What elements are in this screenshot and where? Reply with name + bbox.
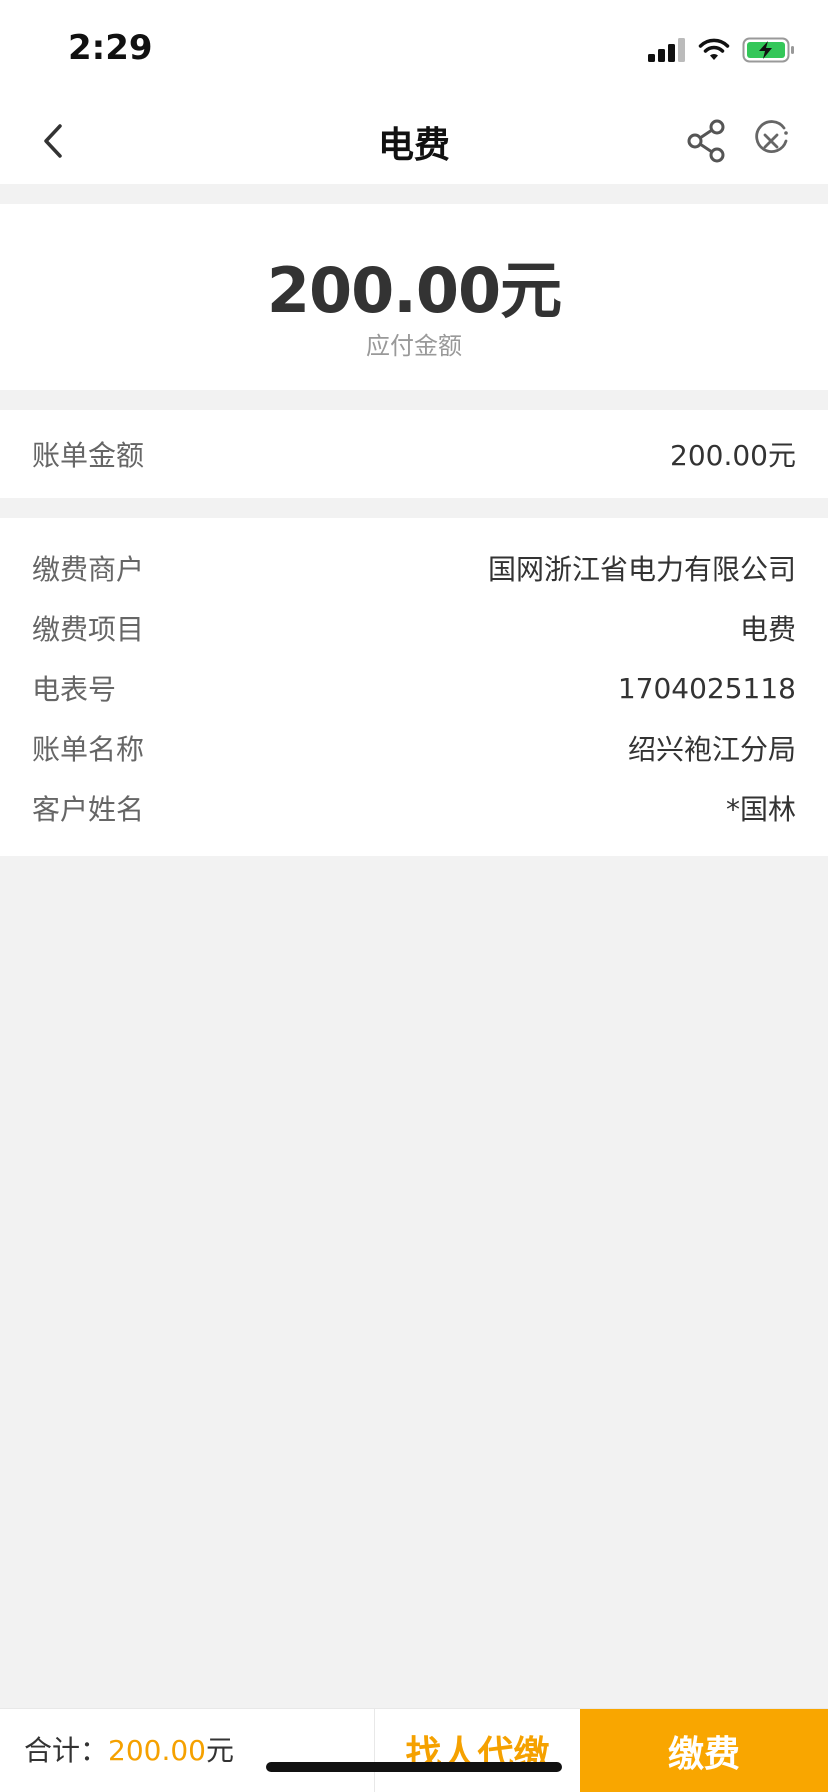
total-summary: 合计： 200.00 元 [24,1729,234,1769]
detail-value: 1704025118 [617,671,796,705]
detail-value: 电费 [739,613,796,646]
detail-row-customer: 客户姓名 *国林 [32,788,796,828]
wifi-icon [698,38,730,60]
detail-row-merchant: 缴费商户 国网浙江省电力有限公司 [32,548,796,588]
proxy-pay-button[interactable]: 找人代缴 [374,1709,580,1792]
share-icon [687,119,725,163]
bill-amount-label: 账单金额 [32,439,145,472]
amount-due-label: 应付金额 [366,332,462,360]
detail-label: 缴费商户 [32,553,145,586]
signal-icon [648,38,685,62]
share-button[interactable] [682,116,732,166]
amount-due-value: 200.00元 [266,254,562,327]
detail-value: 绍兴袍江分局 [627,733,796,766]
detail-value: 国网浙江省电力有限公司 [487,553,796,586]
detail-row-meter: 电表号 1704025118 [32,668,796,708]
details-card: 缴费商户 国网浙江省电力有限公司 缴费项目 电费 电表号 1704025118 … [0,518,828,856]
home-indicator [266,1762,562,1772]
detail-value: *国林 [725,793,796,826]
status-icons [648,36,796,64]
detail-label: 账单名称 [32,733,145,766]
nav-bar: 电费 [0,96,828,184]
close-icon [755,120,788,153]
detail-row-bill-name: 账单名称 绍兴袍江分局 [32,728,796,768]
bill-amount-row: 账单金额 200.00元 [32,434,796,474]
status-time: 2:29 [68,28,153,68]
close-button[interactable] [746,116,796,166]
detail-label: 电表号 [32,673,117,706]
detail-row-item: 缴费项目 电费 [32,608,796,648]
total-amount: 200.00 [108,1734,206,1767]
bottom-bar: 合计： 200.00 元 找人代缴 缴费 [0,1708,828,1792]
pay-button[interactable]: 缴费 [580,1709,828,1792]
total-unit: 元 [206,1734,235,1767]
bill-amount-value: 200.00元 [670,439,796,472]
bill-amount-card: 账单金额 200.00元 [0,410,828,498]
battery-icon [742,37,794,63]
detail-label: 客户姓名 [32,793,145,826]
total-label: 合计： [24,1734,109,1767]
amount-card: 200.00元 应付金额 [0,204,828,390]
status-bar: 2:29 [0,0,828,96]
detail-label: 缴费项目 [32,613,145,646]
